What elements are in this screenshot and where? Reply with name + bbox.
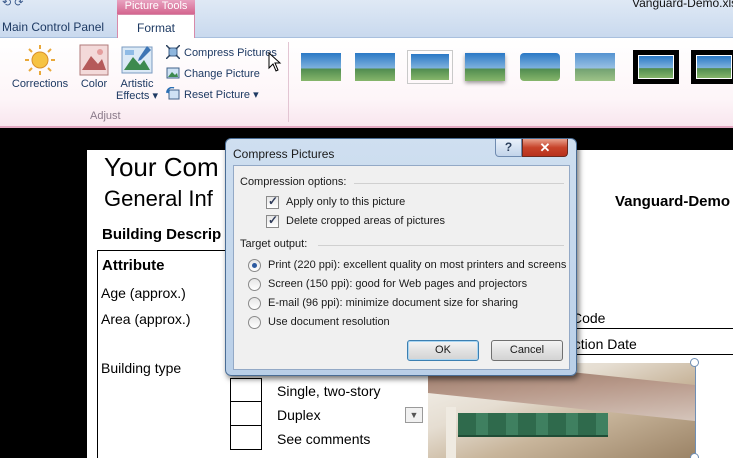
radio-email-label: E-mail (96 ppi): minimize document size … xyxy=(268,297,519,309)
artistic-effects-icon xyxy=(121,46,153,74)
doc-building-option: Single, two-story xyxy=(277,383,381,399)
compress-pictures-dialog: Compress Pictures ? ✕ Compression option… xyxy=(225,138,577,376)
picture-style-1[interactable] xyxy=(298,50,344,84)
group-divider xyxy=(318,245,564,246)
group-divider xyxy=(354,183,564,184)
dialog-title: Compress Pictures xyxy=(233,147,335,161)
checkbox-checked-icon xyxy=(266,213,279,228)
reset-picture-button[interactable]: Reset Picture ▾ xyxy=(166,86,259,104)
doc-area-label: Area (approx.) xyxy=(101,311,191,327)
color-label: Color xyxy=(80,78,108,90)
picture-style-7[interactable] xyxy=(633,50,679,84)
selected-house-photo[interactable] xyxy=(428,363,695,458)
cancel-button[interactable]: Cancel xyxy=(491,340,563,361)
compression-options-label: Compression options: xyxy=(240,176,347,188)
doc-building-option: See comments xyxy=(277,431,371,447)
close-button[interactable]: ✕ xyxy=(522,139,568,157)
quick-access-undo-icons[interactable]: ⟲ ⟳ xyxy=(2,0,24,9)
doc-checkbox-cell[interactable] xyxy=(230,378,262,402)
doc-filename: Vanguard-Demo xyxy=(615,193,731,210)
radio-unselected-icon xyxy=(248,297,261,310)
ok-button[interactable]: OK xyxy=(407,340,479,361)
photo-awning xyxy=(458,413,608,437)
radio-print-label: Print (220 ppi): excellent quality on mo… xyxy=(268,259,567,271)
reset-dropdown-arrow-icon[interactable]: ▾ xyxy=(253,89,259,101)
ribbon-body: Corrections Color Artistic Effects ▾ Com… xyxy=(0,38,733,128)
doc-building-description-heading: Building Descrip xyxy=(102,226,222,243)
tab-main-control-panel[interactable]: Main Control Panel xyxy=(0,20,106,34)
artistic-effects-button[interactable]: Artistic Effects ▾ xyxy=(114,44,160,102)
doc-checkbox-cell[interactable] xyxy=(230,426,262,450)
corrections-button[interactable]: Corrections xyxy=(8,44,72,90)
picture-style-8[interactable] xyxy=(691,50,733,84)
picture-style-3[interactable] xyxy=(407,50,453,84)
effects-label: Effects xyxy=(115,90,150,102)
picture-styles-gallery xyxy=(294,38,733,100)
doc-building-option: Duplex xyxy=(277,407,321,423)
group-label-adjust: Adjust xyxy=(90,110,121,122)
compress-pictures-label: Compress Pictures xyxy=(184,47,277,59)
doc-building-type-label: Building type xyxy=(101,360,182,376)
selection-border xyxy=(695,363,696,458)
doc-heading: Your Com xyxy=(104,152,219,182)
photo-porch-column xyxy=(446,407,456,458)
radio-screen-label: Screen (150 ppi): good for Web pages and… xyxy=(268,278,528,290)
compress-pictures-button[interactable]: Compress Pictures xyxy=(166,44,277,62)
radio-selected-icon xyxy=(248,259,261,272)
window-document-title: Vanguard-Demo.xls xyxy=(632,0,733,10)
picture-style-5[interactable] xyxy=(517,50,563,84)
doc-subheading: General Inf xyxy=(104,186,213,211)
doc-code-label: Code xyxy=(572,310,606,326)
mouse-pointer-icon xyxy=(268,52,282,72)
target-output-label: Target output: xyxy=(240,238,308,250)
resize-handle-top-right[interactable] xyxy=(690,358,699,367)
change-picture-icon xyxy=(166,67,180,79)
sun-icon xyxy=(25,45,55,75)
picture-style-6[interactable] xyxy=(572,50,618,84)
doc-age-label: Age (approx.) xyxy=(101,285,186,301)
dialog-content: Compression options: Apply only to this … xyxy=(233,165,570,370)
radio-unselected-icon xyxy=(248,278,261,291)
reset-picture-label: Reset Picture xyxy=(184,89,251,101)
dialog-titlebar[interactable]: Compress Pictures ? ✕ xyxy=(226,139,576,165)
color-picture-icon xyxy=(79,44,109,76)
radio-unselected-icon xyxy=(248,316,261,329)
picture-style-2[interactable] xyxy=(352,50,398,84)
cell-dropdown-arrow-icon[interactable]: ▼ xyxy=(405,407,423,423)
artistic-label: Artistic xyxy=(120,78,154,90)
radio-document-resolution-label: Use document resolution xyxy=(268,316,390,328)
ribbon-tab-strip: ⟲ ⟳ Main Control Panel Picture Tools For… xyxy=(0,0,733,39)
checkbox-checked-icon xyxy=(266,194,279,209)
reset-picture-icon xyxy=(166,87,180,100)
doc-rule xyxy=(552,354,733,355)
apply-only-label: Apply only to this picture xyxy=(286,196,406,208)
tab-format[interactable]: Format xyxy=(117,14,195,39)
resize-handle-bottom-right[interactable] xyxy=(690,453,699,458)
contextual-tab-group-picture-tools: Picture Tools xyxy=(117,0,195,14)
doc-attribute-header: Attribute xyxy=(102,257,165,274)
artistic-dropdown-arrow-icon: ▾ xyxy=(152,90,159,102)
help-button[interactable]: ? xyxy=(495,139,522,157)
ribbon: ⟲ ⟳ Main Control Panel Picture Tools For… xyxy=(0,0,733,128)
compress-pictures-icon xyxy=(166,45,180,59)
group-separator xyxy=(288,42,289,122)
corrections-label: Corrections xyxy=(11,78,69,90)
picture-style-4[interactable] xyxy=(462,50,508,84)
change-picture-button[interactable]: Change Picture xyxy=(166,65,260,83)
doc-checkbox-cell[interactable] xyxy=(230,402,262,426)
doc-rule xyxy=(552,328,733,329)
change-picture-label: Change Picture xyxy=(184,68,260,80)
color-button[interactable]: Color xyxy=(76,44,112,90)
delete-cropped-label: Delete cropped areas of pictures xyxy=(286,215,445,227)
